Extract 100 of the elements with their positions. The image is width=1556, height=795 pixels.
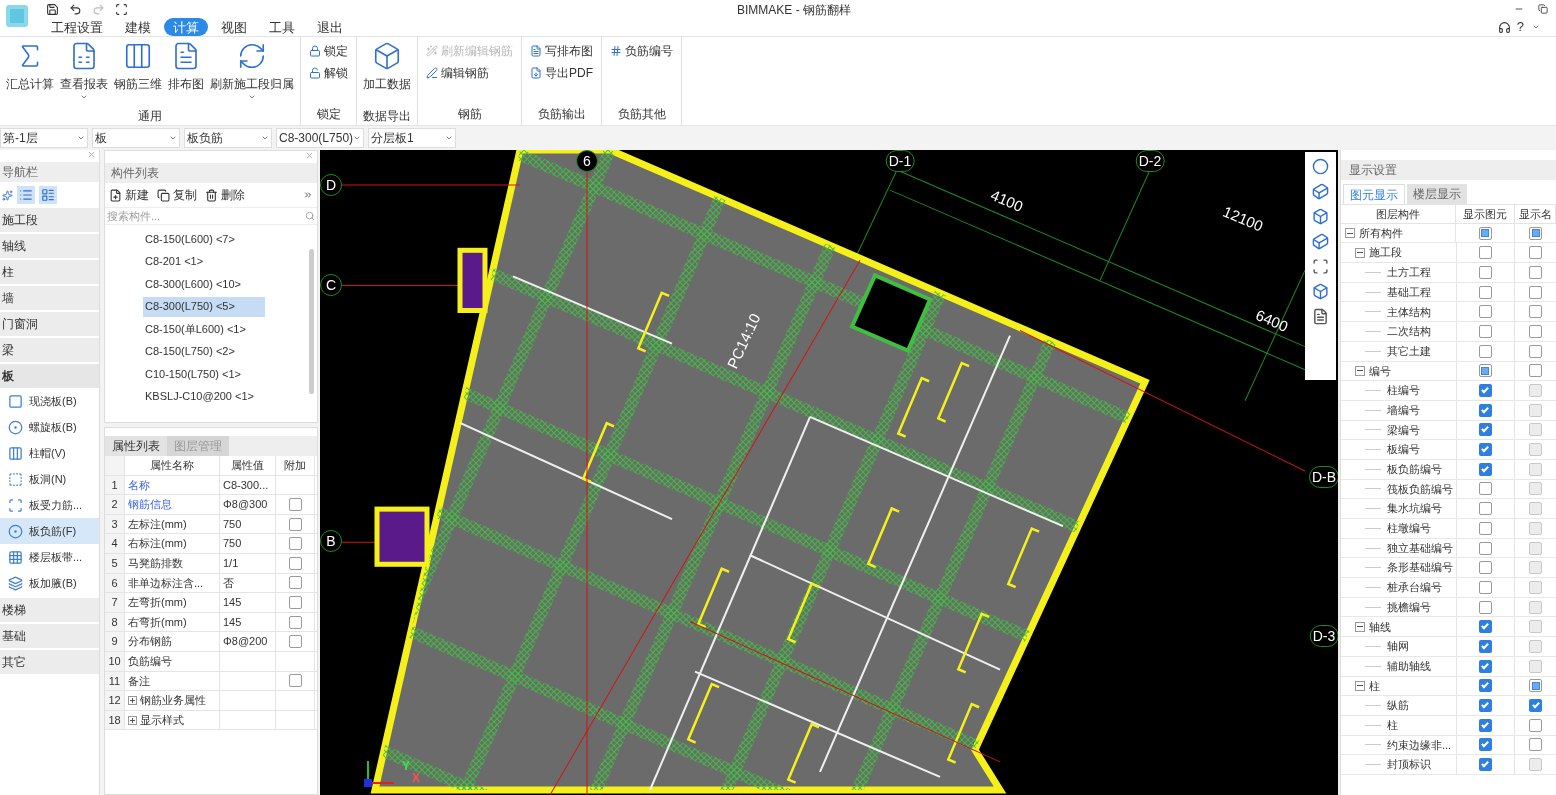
panel-tab[interactable]: 属性列表 bbox=[105, 436, 167, 456]
checkbox[interactable] bbox=[1478, 718, 1492, 732]
nav-category[interactable]: 梁 bbox=[0, 338, 99, 362]
component-item[interactable]: C10-150(L750) <1> bbox=[143, 364, 265, 384]
collapse-toggle[interactable] bbox=[1355, 365, 1365, 376]
detail-view-icon[interactable] bbox=[39, 186, 57, 204]
menu-tab[interactable]: 视图 bbox=[212, 18, 256, 36]
nav-category[interactable]: 板 bbox=[0, 364, 99, 388]
property-value[interactable]: 145 bbox=[223, 594, 242, 611]
checkbox[interactable] bbox=[288, 537, 302, 551]
checkbox[interactable] bbox=[1529, 738, 1543, 752]
checkbox[interactable] bbox=[1529, 285, 1543, 299]
component-item[interactable]: C8-150(L600) <7> bbox=[143, 229, 265, 249]
component-item[interactable]: C8-150(L750) <2> bbox=[143, 341, 265, 362]
checkbox[interactable] bbox=[1529, 699, 1543, 713]
ribbon-button[interactable]: 汇总计算 bbox=[4, 41, 56, 107]
menu-tab[interactable]: 工具 bbox=[260, 18, 304, 36]
ribbon-button[interactable]: 导出PDF bbox=[530, 64, 593, 82]
list-view-icon[interactable] bbox=[17, 186, 35, 204]
nav-category[interactable]: 柱 bbox=[0, 260, 99, 284]
checkbox[interactable] bbox=[1529, 265, 1543, 279]
checkbox[interactable] bbox=[1478, 246, 1492, 260]
checkbox[interactable] bbox=[288, 556, 302, 570]
checkbox[interactable] bbox=[288, 517, 302, 531]
nav-category[interactable]: 楼梯 bbox=[0, 598, 99, 622]
collapse-toggle[interactable] bbox=[1355, 247, 1365, 258]
checkbox[interactable] bbox=[288, 498, 302, 511]
redo-icon[interactable] bbox=[92, 2, 105, 16]
nav-category[interactable]: 其它 bbox=[0, 650, 99, 674]
ribbon-button[interactable]: 解锁 bbox=[309, 64, 348, 82]
panel-tab[interactable]: 图元显示 bbox=[1343, 184, 1405, 204]
property-value[interactable]: 750 bbox=[223, 515, 242, 533]
headset-icon[interactable] bbox=[1497, 20, 1511, 34]
close-icon[interactable] bbox=[305, 151, 314, 160]
property-value[interactable]: 1/1 bbox=[223, 555, 239, 572]
checkbox[interactable] bbox=[288, 674, 302, 688]
collapse-toggle[interactable] bbox=[1355, 680, 1365, 691]
menu-tab[interactable]: 计算 bbox=[164, 18, 208, 36]
checkbox[interactable] bbox=[1478, 285, 1492, 299]
toolbar-button[interactable]: 复制 bbox=[157, 186, 197, 204]
menu-tab[interactable]: 退出 bbox=[308, 18, 352, 36]
sphere-icon[interactable] bbox=[1312, 158, 1329, 175]
restore-icon[interactable] bbox=[1538, 4, 1548, 14]
menu-tab[interactable]: 建模 bbox=[116, 18, 160, 36]
help-button[interactable]: ? bbox=[1516, 17, 1526, 37]
nav-category[interactable]: 施工段 bbox=[0, 208, 99, 232]
scrollbar[interactable] bbox=[309, 249, 314, 394]
nav-category[interactable]: 墙 bbox=[0, 286, 99, 310]
selector-dropdown[interactable]: 第-1层 bbox=[0, 128, 88, 148]
checkbox[interactable] bbox=[1529, 324, 1543, 338]
checkbox[interactable] bbox=[288, 595, 302, 609]
expand-icon[interactable] bbox=[128, 715, 137, 725]
checkbox[interactable] bbox=[1478, 699, 1492, 713]
selector-dropdown[interactable]: 分层板1 bbox=[368, 128, 456, 148]
expand-icon[interactable] bbox=[128, 695, 137, 705]
search-field[interactable]: 搜索构件... bbox=[107, 207, 305, 225]
checkbox[interactable] bbox=[1529, 246, 1543, 260]
component-item[interactable]: C8-150(单L600) <1> bbox=[143, 319, 265, 339]
nav-category[interactable]: 门窗洞 bbox=[0, 312, 99, 336]
document-icon[interactable] bbox=[1312, 308, 1329, 325]
checkbox[interactable] bbox=[1478, 344, 1492, 358]
ribbon-button[interactable]: 加工数据 bbox=[361, 41, 413, 107]
checkbox[interactable] bbox=[1529, 305, 1543, 319]
selector-dropdown[interactable]: 板 bbox=[92, 128, 180, 148]
fit-view-icon[interactable] bbox=[1312, 258, 1329, 275]
property-value[interactable]: 否 bbox=[223, 574, 234, 592]
component-item[interactable]: C8-300(L750) <5> bbox=[143, 296, 265, 317]
nav-item[interactable]: 板负筋(F) bbox=[0, 518, 99, 544]
checkbox[interactable] bbox=[1478, 738, 1492, 752]
nav-category[interactable]: 基础 bbox=[0, 624, 99, 648]
cube-icon[interactable] bbox=[1312, 233, 1329, 250]
component-item[interactable]: C8-300(L600) <10> bbox=[143, 274, 265, 294]
ribbon-button[interactable]: 钢筋三维 bbox=[112, 41, 164, 107]
more-icon[interactable] bbox=[303, 190, 313, 200]
selector-dropdown[interactable]: 板负筋 bbox=[184, 128, 272, 148]
caret-icon[interactable] bbox=[1532, 23, 1540, 31]
ribbon-button[interactable]: 编辑钢筋 bbox=[426, 64, 513, 82]
ribbon-button[interactable]: 锁定 bbox=[309, 42, 348, 60]
toolbar-button[interactable]: 删除 bbox=[205, 186, 245, 204]
undo-icon[interactable] bbox=[69, 2, 82, 16]
cube-icon[interactable] bbox=[1312, 208, 1329, 225]
ribbon-button[interactable]: 刷新施工段归属 bbox=[208, 41, 296, 107]
ribbon-button[interactable]: 负筋编号 bbox=[610, 42, 673, 60]
checkbox[interactable] bbox=[288, 576, 302, 590]
ribbon-button[interactable]: 写排布图 bbox=[530, 42, 593, 60]
property-value[interactable]: C8-300... bbox=[223, 476, 269, 494]
close-icon[interactable] bbox=[87, 150, 96, 159]
save-icon[interactable] bbox=[46, 2, 59, 16]
property-value[interactable]: 750 bbox=[223, 535, 242, 552]
property-value[interactable]: Φ8@200 bbox=[223, 633, 268, 650]
toolbar-button[interactable]: 新建 bbox=[109, 186, 149, 204]
ribbon-button[interactable]: 排布图 bbox=[166, 41, 206, 107]
collapse-toggle[interactable] bbox=[1345, 228, 1355, 239]
cube-icon[interactable] bbox=[1312, 183, 1329, 200]
cube-icon[interactable] bbox=[1312, 283, 1329, 300]
panel-tab[interactable]: 楼层显示 bbox=[1407, 184, 1467, 204]
checkbox[interactable] bbox=[1478, 265, 1492, 279]
checkbox[interactable] bbox=[288, 635, 302, 649]
search-icon[interactable] bbox=[305, 211, 315, 221]
checkbox[interactable] bbox=[1529, 344, 1543, 358]
